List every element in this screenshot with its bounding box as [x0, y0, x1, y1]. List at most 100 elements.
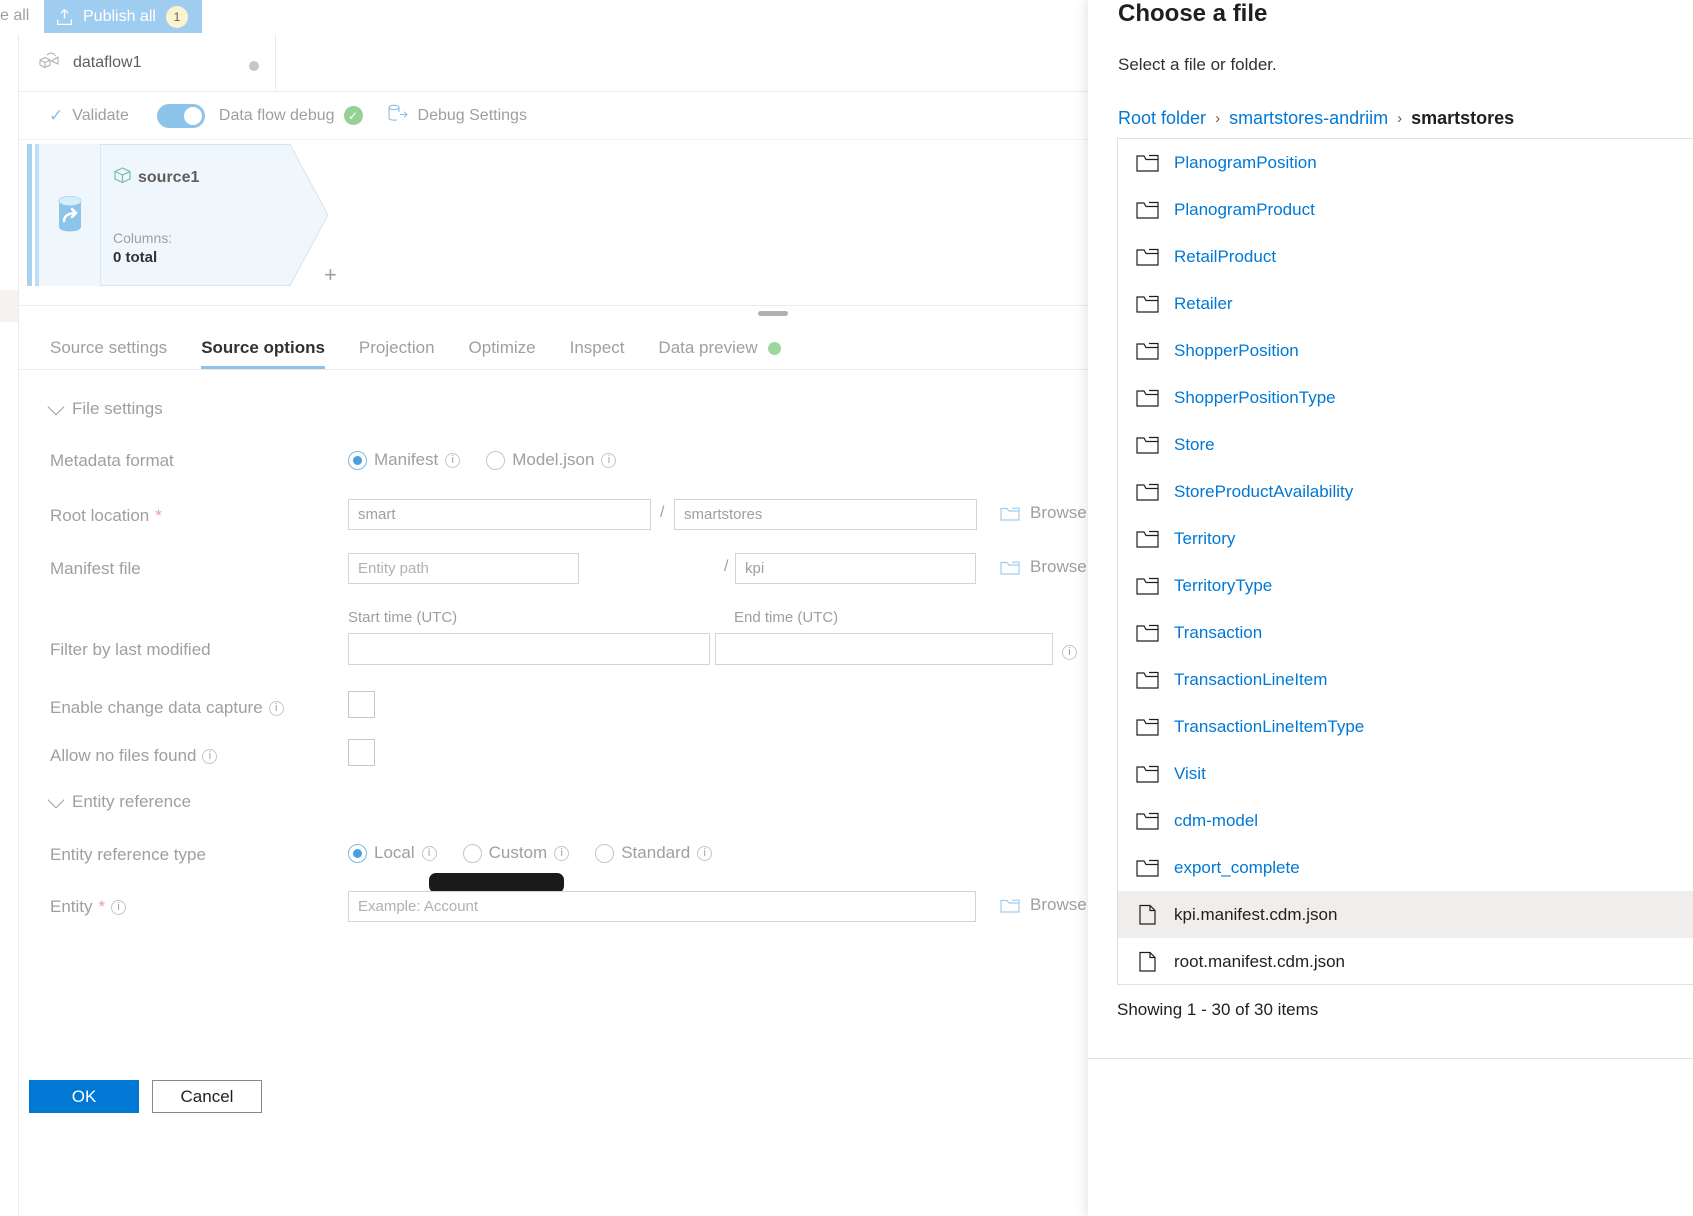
- entity-input[interactable]: [348, 891, 976, 922]
- file-list-row[interactable]: Retailer: [1118, 280, 1693, 327]
- rail-active-marker: [0, 290, 18, 322]
- node-content: source1 Columns: 0 total: [113, 166, 199, 266]
- tab-projection[interactable]: Projection: [342, 338, 452, 369]
- chevron-down-icon: [47, 398, 65, 415]
- dialog-title: Choose a file: [1118, 0, 1268, 27]
- file-list-row[interactable]: ShopperPositionType: [1118, 374, 1693, 421]
- file-list-row[interactable]: PlanogramPosition: [1118, 139, 1693, 186]
- manifest-file-browse-button[interactable]: Browse: [1000, 557, 1087, 577]
- file-list-row[interactable]: Store: [1118, 421, 1693, 468]
- enable-cdc-label-text: Enable change data capture: [50, 698, 263, 717]
- allow-no-files-label-text: Allow no files found: [50, 746, 197, 765]
- allow-no-files-checkbox[interactable]: [348, 739, 375, 766]
- end-time-input[interactable]: [715, 633, 1053, 665]
- info-icon[interactable]: i: [268, 700, 284, 716]
- radio-standard[interactable]: Standard i: [595, 843, 713, 863]
- radio-modeljson[interactable]: Model.json i: [486, 450, 617, 470]
- data-flow-debug-label-group: Data flow debug ✓: [205, 92, 377, 140]
- tab-source-options[interactable]: Source options: [184, 338, 342, 369]
- file-list-row[interactable]: RetailProduct: [1118, 233, 1693, 280]
- folder-icon: [1136, 763, 1159, 784]
- radio-manifest-circle: [348, 450, 367, 470]
- file-list-row[interactable]: cdm-model: [1118, 797, 1693, 844]
- file-settings-section-label: File settings: [72, 399, 163, 418]
- file-settings-section-toggle[interactable]: File settings: [47, 398, 163, 419]
- save-all-label[interactable]: e all: [0, 7, 29, 25]
- info-icon[interactable]: i: [111, 899, 127, 915]
- publish-count-badge: 1: [165, 5, 188, 28]
- debug-settings-button[interactable]: Debug Settings: [387, 92, 541, 140]
- showing-count-label: Showing 1 - 30 of 30 items: [1117, 1000, 1319, 1019]
- radio-manifest[interactable]: Manifest i: [348, 450, 461, 470]
- radio-modeljson-circle: [486, 450, 506, 470]
- file-list-row[interactable]: PlanogramProduct: [1118, 186, 1693, 233]
- file-list-item-name: ShopperPositionType: [1174, 387, 1336, 407]
- folder-icon: [1136, 434, 1159, 455]
- file-list-row[interactable]: Transaction: [1118, 609, 1693, 656]
- file-list-row[interactable]: ShopperPosition: [1118, 327, 1693, 374]
- file-list-row[interactable]: kpi.manifest.cdm.json: [1118, 891, 1693, 938]
- info-icon[interactable]: i: [601, 452, 617, 468]
- file-list-row[interactable]: TransactionLineItemType: [1118, 703, 1693, 750]
- file-list-row[interactable]: root.manifest.cdm.json: [1118, 938, 1693, 984]
- info-icon[interactable]: i: [445, 452, 461, 468]
- breadcrumb-smartstores-andriim[interactable]: smartstores-andriim: [1229, 108, 1388, 129]
- folder-icon: [1000, 559, 1020, 576]
- manifest-file-name-input[interactable]: [735, 553, 976, 584]
- info-icon[interactable]: i: [1062, 645, 1077, 660]
- upload-icon: [56, 8, 73, 26]
- tab-data-preview[interactable]: Data preview: [641, 338, 797, 369]
- publish-all-button[interactable]: Publish all 1: [44, 0, 202, 33]
- add-transformation-icon[interactable]: +: [324, 262, 337, 288]
- radio-local-label: Local: [374, 843, 415, 862]
- file-list[interactable]: PlanogramPosition PlanogramProduct RetailP…: [1117, 138, 1693, 985]
- manifest-file-entity-path-input[interactable]: [348, 553, 579, 584]
- debug-settings-icon: [387, 103, 409, 128]
- entity-reference-section-toggle[interactable]: Entity reference: [47, 791, 192, 812]
- file-list-item-name: Transaction: [1174, 622, 1263, 642]
- validate-button[interactable]: ✓ Validate: [49, 92, 143, 140]
- root-location-browse-button[interactable]: Browse: [1000, 503, 1087, 523]
- folder-icon: [1136, 716, 1159, 737]
- tab-source-settings-label: Source settings: [50, 338, 168, 357]
- enable-cdc-checkbox[interactable]: [348, 691, 375, 718]
- file-list-row[interactable]: Territory: [1118, 515, 1693, 562]
- radio-custom[interactable]: Custom i: [462, 843, 570, 863]
- file-list-item-name: root.manifest.cdm.json: [1174, 951, 1346, 971]
- root-location-container-input[interactable]: [348, 499, 651, 530]
- folder-icon: [1136, 152, 1159, 173]
- file-list-item-name: StoreProductAvailability: [1174, 481, 1354, 501]
- file-list-row[interactable]: TransactionLineItem: [1118, 656, 1693, 703]
- entity-browse-button[interactable]: Browse: [1000, 895, 1087, 915]
- breadcrumb-root-folder[interactable]: Root folder: [1118, 108, 1206, 129]
- node-name: source1: [138, 169, 200, 186]
- entity-reference-type-label: Entity reference type: [50, 845, 206, 865]
- dataflow-tab[interactable]: dataflow1: [19, 34, 276, 92]
- root-location-label: Root location *: [50, 506, 162, 526]
- ok-button[interactable]: OK: [29, 1080, 139, 1113]
- file-list-row[interactable]: TerritoryType: [1118, 562, 1693, 609]
- info-icon[interactable]: i: [202, 748, 218, 764]
- radio-local-circle: [348, 843, 367, 863]
- source-node[interactable]: source1 Columns: 0 total: [27, 144, 329, 286]
- cancel-button[interactable]: Cancel: [152, 1080, 262, 1113]
- info-icon[interactable]: i: [554, 845, 570, 861]
- data-flow-debug-toggle[interactable]: [156, 103, 205, 128]
- file-icon: [1136, 904, 1159, 925]
- tab-source-settings[interactable]: Source settings: [50, 338, 184, 369]
- toggle-knob: [183, 106, 202, 125]
- tab-optimize[interactable]: Optimize: [452, 338, 553, 369]
- root-location-folder-input[interactable]: [674, 499, 977, 530]
- file-list-row[interactable]: StoreProductAvailability: [1118, 468, 1693, 515]
- tab-inspect[interactable]: Inspect: [553, 338, 642, 369]
- entity-reference-section-label: Entity reference: [72, 792, 192, 811]
- start-time-input[interactable]: [348, 633, 710, 665]
- file-list-item-name: cdm-model: [1174, 810, 1259, 830]
- file-list-row[interactable]: export_complete: [1118, 844, 1693, 891]
- file-list-row[interactable]: Visit: [1118, 750, 1693, 797]
- info-icon[interactable]: i: [697, 845, 713, 861]
- panel-resize-handle[interactable]: [758, 311, 788, 316]
- info-icon[interactable]: i: [421, 845, 437, 861]
- radio-local[interactable]: Local i: [348, 843, 437, 863]
- node-title-row: source1: [113, 166, 199, 190]
